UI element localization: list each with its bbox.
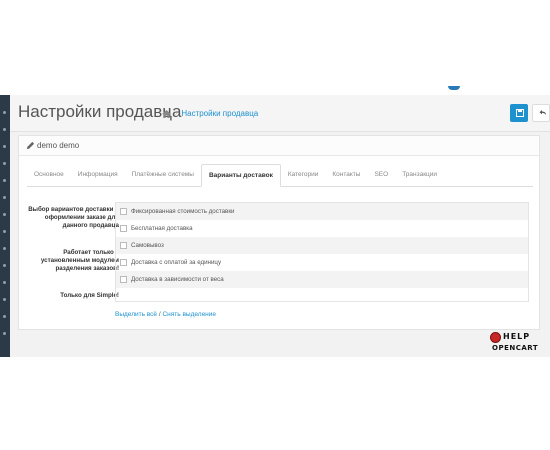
breadcrumb-separator: › [175,110,178,117]
sidebar-item[interactable] [3,179,6,182]
pencil-icon [26,141,35,150]
simple-note: Только для Simple! [60,292,119,299]
settings-panel: demo demo Основное Информация Платёжные … [18,135,540,330]
save-icon [516,109,524,117]
checkbox[interactable] [120,208,127,215]
checkbox[interactable] [120,276,127,283]
tab-main[interactable]: Основное [27,164,71,186]
tab-shipping-options[interactable]: Варианты доставок [200,164,281,187]
module-note: Работает только с установленным модулем … [40,249,119,272]
option-row[interactable]: Фиксированная стоимость доставки [116,203,528,220]
back-button[interactable] [532,104,550,122]
option-label: Фиксированная стоимость доставки [131,208,235,215]
option-row[interactable]: Бесплатная доставка [116,220,528,237]
option-row[interactable]: Доставка в зависимости от веса [116,271,528,288]
tab-seo[interactable]: SEO [367,164,395,186]
logo-emblem-icon [490,332,501,343]
sidebar-item[interactable] [3,196,6,199]
tab-info[interactable]: Информация [71,164,125,186]
page-header: Настройки продавца › Настройки продавца [10,95,550,132]
option-label: Доставка с оплатой за единицу [131,259,222,266]
option-label: Бесплатная доставка [131,225,193,232]
logo-text-bottom: OPENCART [492,344,539,352]
home-icon[interactable] [162,109,171,118]
tab-bar: Основное Информация Платёжные системы Ва… [27,164,533,187]
tab-transactions[interactable]: Транзакции [395,164,444,186]
save-button[interactable] [510,104,528,122]
top-blank-area [0,0,550,95]
sidebar-item[interactable] [3,230,6,233]
breadcrumb: › Настройки продавца [162,109,258,118]
checkbox[interactable] [120,242,127,249]
sidebar-item[interactable] [3,281,6,284]
sidebar-item[interactable] [3,128,6,131]
breadcrumb-link[interactable]: Настройки продавца [181,109,258,118]
option-row[interactable]: Доставка с оплатой за единицу [116,254,528,271]
tab-contacts[interactable]: Контакты [325,164,367,186]
checkbox[interactable] [120,225,127,232]
sidebar [0,95,10,357]
sidebar-item[interactable] [3,111,6,114]
shipping-options-label: Выбор вариантов доставки в оформлении за… [28,206,119,229]
top-bar-edge [448,86,460,90]
option-row[interactable]: Самовывоз [116,237,528,254]
deselect-all-link[interactable]: Снять выделение [162,311,216,318]
sidebar-item[interactable] [3,315,6,318]
sidebar-item[interactable] [3,247,6,250]
tab-payment-systems[interactable]: Платёжные системы [125,164,201,186]
tab-categories[interactable]: Категории [281,164,326,186]
sidebar-item[interactable] [3,145,6,148]
sidebar-item[interactable] [3,213,6,216]
help-opencart-logo: HELP OPENCART [490,332,548,356]
option-label: Доставка в зависимости от веса [131,276,224,283]
sidebar-item[interactable] [3,298,6,301]
checkbox[interactable] [120,259,127,266]
sidebar-item[interactable] [3,332,6,335]
select-all-link[interactable]: Выделить всё [115,311,157,318]
link-separator: / [158,311,161,318]
shipping-options-list: Фиксированная стоимость доставки Бесплат… [115,202,529,302]
panel-heading: demo demo [19,136,539,156]
sidebar-item[interactable] [3,162,6,165]
admin-screen: Настройки продавца › Настройки продавца [0,95,550,357]
logo-text-top: HELP [503,332,531,341]
panel-title: demo demo [37,141,80,150]
option-label: Самовывоз [131,242,164,249]
page-title: Настройки продавца [18,102,182,121]
back-arrow-icon [539,110,546,115]
sidebar-item[interactable] [3,264,6,267]
selection-links: Выделить всё / Снять выделение [115,311,216,318]
